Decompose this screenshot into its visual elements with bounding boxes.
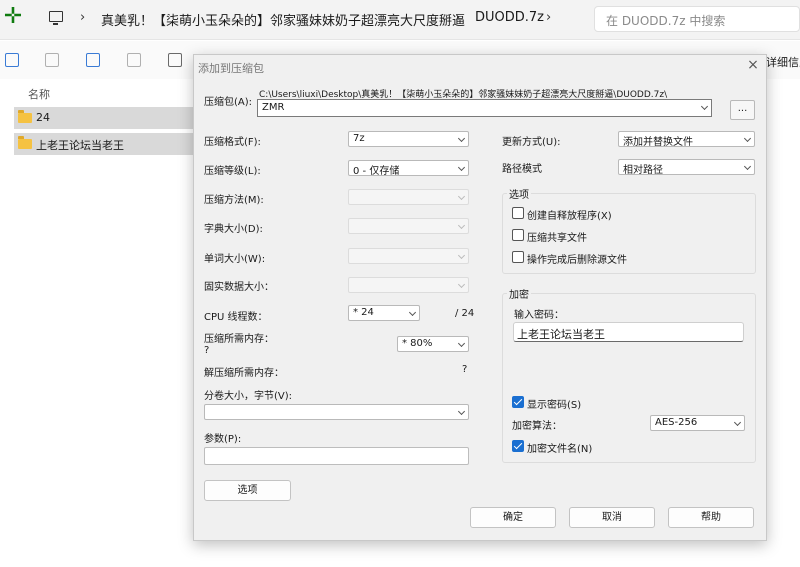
close-icon[interactable]: × bbox=[746, 58, 760, 72]
chevron-down-icon bbox=[457, 134, 466, 143]
archive-label: 压缩包(A): bbox=[204, 97, 253, 108]
memory-label: 压缩所需内存： bbox=[204, 334, 274, 345]
column-header-name[interactable]: 名称 bbox=[28, 86, 50, 102]
browse-button[interactable]: ... bbox=[730, 100, 755, 120]
folder-icon bbox=[18, 110, 32, 123]
archive-name-value: ZMR bbox=[262, 102, 285, 113]
update-mode-select[interactable]: 添加并替换文件 bbox=[618, 131, 755, 148]
share-icon[interactable] bbox=[127, 53, 141, 67]
file-row[interactable]: 上老王论坛当老王 bbox=[14, 133, 193, 155]
explorer-address-bar: ✛ › 真美乳！【柒萌小玉朵朵的】邻家骚妹妹奶子超漂亮大尺度掰逼 › DUODD… bbox=[0, 0, 800, 40]
level-select[interactable]: 0 - 仅存储 bbox=[348, 160, 469, 177]
password-label: 输入密码： bbox=[514, 310, 564, 321]
options-group-title: 选项 bbox=[507, 186, 531, 201]
dialog-title: 添加到压缩包 bbox=[198, 62, 264, 75]
format-label: 压缩格式(F): bbox=[204, 137, 261, 148]
paste-icon[interactable] bbox=[45, 53, 59, 67]
cpu-threads-select[interactable]: * 24 bbox=[348, 305, 420, 321]
search-input[interactable]: 在 DUODD.7z 中搜索 bbox=[594, 6, 800, 32]
chevron-down-icon bbox=[743, 134, 752, 143]
solid-block-select bbox=[348, 277, 469, 293]
breadcrumb-archive[interactable]: DUODD.7z bbox=[475, 10, 544, 25]
update-mode-value: 添加并替换文件 bbox=[623, 137, 693, 148]
cpu-threads-max: / 24 bbox=[455, 308, 475, 319]
file-name: 上老王论坛当老王 bbox=[36, 139, 124, 152]
method-select bbox=[348, 189, 469, 205]
details-button[interactable]: 详细信息 bbox=[766, 54, 800, 70]
memory-hint: ? bbox=[204, 345, 210, 356]
chevron-right-icon[interactable]: › bbox=[80, 10, 85, 25]
cpu-threads-label: CPU 线程数： bbox=[204, 312, 268, 323]
memory-usage-value: * 80% bbox=[402, 338, 433, 349]
memory-usage-select[interactable]: * 80% bbox=[397, 336, 469, 352]
delete-after-label: 操作完成后删除源文件 bbox=[527, 255, 627, 266]
parameters-label: 参数(P): bbox=[204, 434, 242, 445]
chevron-right-icon[interactable]: › bbox=[455, 10, 460, 25]
add-to-archive-dialog: 添加到压缩包 × 压缩包(A): C:\Users\liuxi\Desktop\… bbox=[193, 54, 767, 541]
word-size-select bbox=[348, 248, 469, 264]
breadcrumb-folder[interactable]: 真美乳！【柒萌小玉朵朵的】邻家骚妹妹奶子超漂亮大尺度掰逼 bbox=[101, 10, 465, 29]
level-label: 压缩等级(L): bbox=[204, 166, 261, 177]
solid-block-label: 固实数据大小： bbox=[204, 282, 274, 293]
level-value: 0 - 仅存储 bbox=[353, 166, 400, 177]
update-mode-label: 更新方式(U): bbox=[502, 137, 561, 148]
chevron-down-icon[interactable] bbox=[700, 102, 709, 111]
chevron-down-icon bbox=[457, 407, 466, 416]
encryption-method-select[interactable]: AES-256 bbox=[650, 415, 745, 431]
encryption-method-value: AES-256 bbox=[655, 417, 698, 428]
cancel-button[interactable]: 取消 bbox=[569, 507, 655, 528]
computer-icon[interactable] bbox=[49, 11, 63, 25]
chevron-down-icon bbox=[743, 162, 752, 171]
chevron-down-icon bbox=[733, 418, 742, 427]
search-placeholder: 在 DUODD.7z 中搜索 bbox=[606, 14, 726, 28]
delete-icon[interactable] bbox=[168, 53, 182, 67]
shared-files-checkbox[interactable] bbox=[512, 229, 524, 241]
password-value: 上老王论坛当老王 bbox=[517, 328, 605, 341]
chevron-down-icon bbox=[457, 339, 466, 348]
options-button[interactable]: 选项 bbox=[204, 480, 291, 501]
dictionary-select bbox=[348, 218, 469, 234]
file-name: 24 bbox=[36, 111, 50, 124]
word-size-label: 单词大小(W): bbox=[204, 254, 266, 265]
help-button[interactable]: 帮助 bbox=[668, 507, 754, 528]
plus-icon[interactable]: ✛ bbox=[2, 6, 24, 28]
format-value: 7z bbox=[353, 133, 365, 144]
file-row[interactable]: 24 bbox=[14, 107, 193, 129]
password-input[interactable]: 上老王论坛当老王 bbox=[513, 322, 744, 342]
path-mode-label: 路径模式 bbox=[502, 164, 542, 175]
ok-button[interactable]: 确定 bbox=[470, 507, 556, 528]
parameters-input[interactable] bbox=[204, 447, 469, 465]
copy-icon[interactable] bbox=[5, 53, 19, 67]
show-password-checkbox[interactable] bbox=[512, 396, 524, 408]
chevron-down-icon bbox=[457, 280, 466, 289]
chevron-right-icon[interactable]: › bbox=[546, 10, 551, 25]
path-mode-value: 相对路径 bbox=[623, 165, 663, 176]
volume-size-combobox[interactable] bbox=[204, 404, 469, 420]
dictionary-label: 字典大小(D): bbox=[204, 224, 263, 235]
show-password-label: 显示密码(S) bbox=[527, 400, 582, 411]
folder-icon bbox=[18, 136, 32, 149]
method-label: 压缩方法(M): bbox=[204, 195, 264, 206]
volume-size-label: 分卷大小，字节(V): bbox=[204, 391, 293, 402]
encryption-method-label: 加密算法： bbox=[512, 421, 562, 432]
chevron-down-icon bbox=[457, 192, 466, 201]
decompress-memory-label: 解压缩所需内存： bbox=[204, 368, 284, 379]
cpu-threads-value: * 24 bbox=[353, 307, 374, 318]
encrypt-names-checkbox[interactable] bbox=[512, 440, 524, 452]
sfx-checkbox[interactable] bbox=[512, 207, 524, 219]
decompress-memory-value: ? bbox=[462, 364, 468, 375]
sfx-label: 创建自释放程序(X) bbox=[527, 211, 612, 222]
delete-after-checkbox[interactable] bbox=[512, 251, 524, 263]
chevron-down-icon bbox=[408, 308, 417, 317]
archive-name-combobox[interactable]: ZMR bbox=[257, 99, 712, 117]
format-select[interactable]: 7z bbox=[348, 131, 469, 147]
encryption-group-title: 加密 bbox=[507, 286, 531, 301]
chevron-down-icon bbox=[457, 251, 466, 260]
path-mode-select[interactable]: 相对路径 bbox=[618, 159, 755, 176]
rename-icon[interactable] bbox=[86, 53, 100, 67]
chevron-down-icon bbox=[457, 221, 466, 230]
chevron-down-icon bbox=[457, 163, 466, 172]
encrypt-names-label: 加密文件名(N) bbox=[527, 444, 593, 455]
shared-files-label: 压缩共享文件 bbox=[527, 233, 587, 244]
